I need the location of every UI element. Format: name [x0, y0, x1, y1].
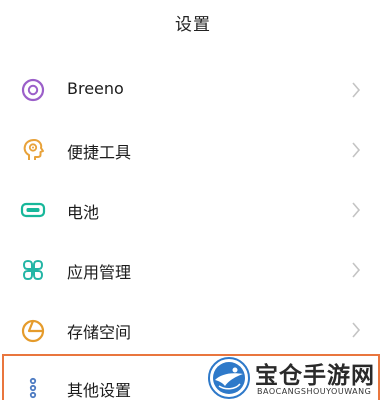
settings-item-label: 电池	[67, 203, 100, 222]
chevron-right-icon	[350, 320, 362, 340]
settings-item-app-management[interactable]: 应用管理	[0, 240, 386, 300]
chevron-right-icon	[350, 200, 362, 220]
watermark-subtitle: BAOCANGSHOUYOUWANG	[257, 387, 372, 396]
chevron-right-icon	[350, 80, 362, 100]
settings-item-breeno[interactable]: Breeno	[0, 60, 386, 120]
watermark: 宝仓手游网 BAOCANGSHOUYOUWANG	[207, 354, 386, 400]
settings-item-storage[interactable]: 存储空间	[0, 300, 386, 360]
battery-icon	[20, 197, 46, 223]
settings-item-label: Breeno	[67, 79, 124, 98]
settings-item-label: 便捷工具	[67, 143, 132, 162]
watermark-logo-icon	[207, 356, 251, 400]
settings-item-convenient-tools[interactable]: 便捷工具	[0, 120, 386, 180]
watermark-title: 宝仓手游网	[255, 362, 375, 389]
breeno-icon	[20, 77, 46, 103]
convenient-tools-icon	[20, 137, 46, 163]
settings-screen: 设置 Breeno 便捷工具 电池 应用管理 存储空间 其他设置 宝仓手游网 B…	[0, 0, 386, 400]
app-management-icon	[20, 257, 46, 283]
page-title: 设置	[175, 15, 211, 35]
header: 设置	[0, 0, 386, 48]
settings-item-label: 存储空间	[67, 323, 132, 342]
chevron-right-icon	[350, 140, 362, 160]
settings-item-battery[interactable]: 电池	[0, 180, 386, 240]
settings-item-label: 应用管理	[67, 263, 132, 282]
storage-icon	[20, 317, 46, 343]
chevron-right-icon	[350, 260, 362, 280]
